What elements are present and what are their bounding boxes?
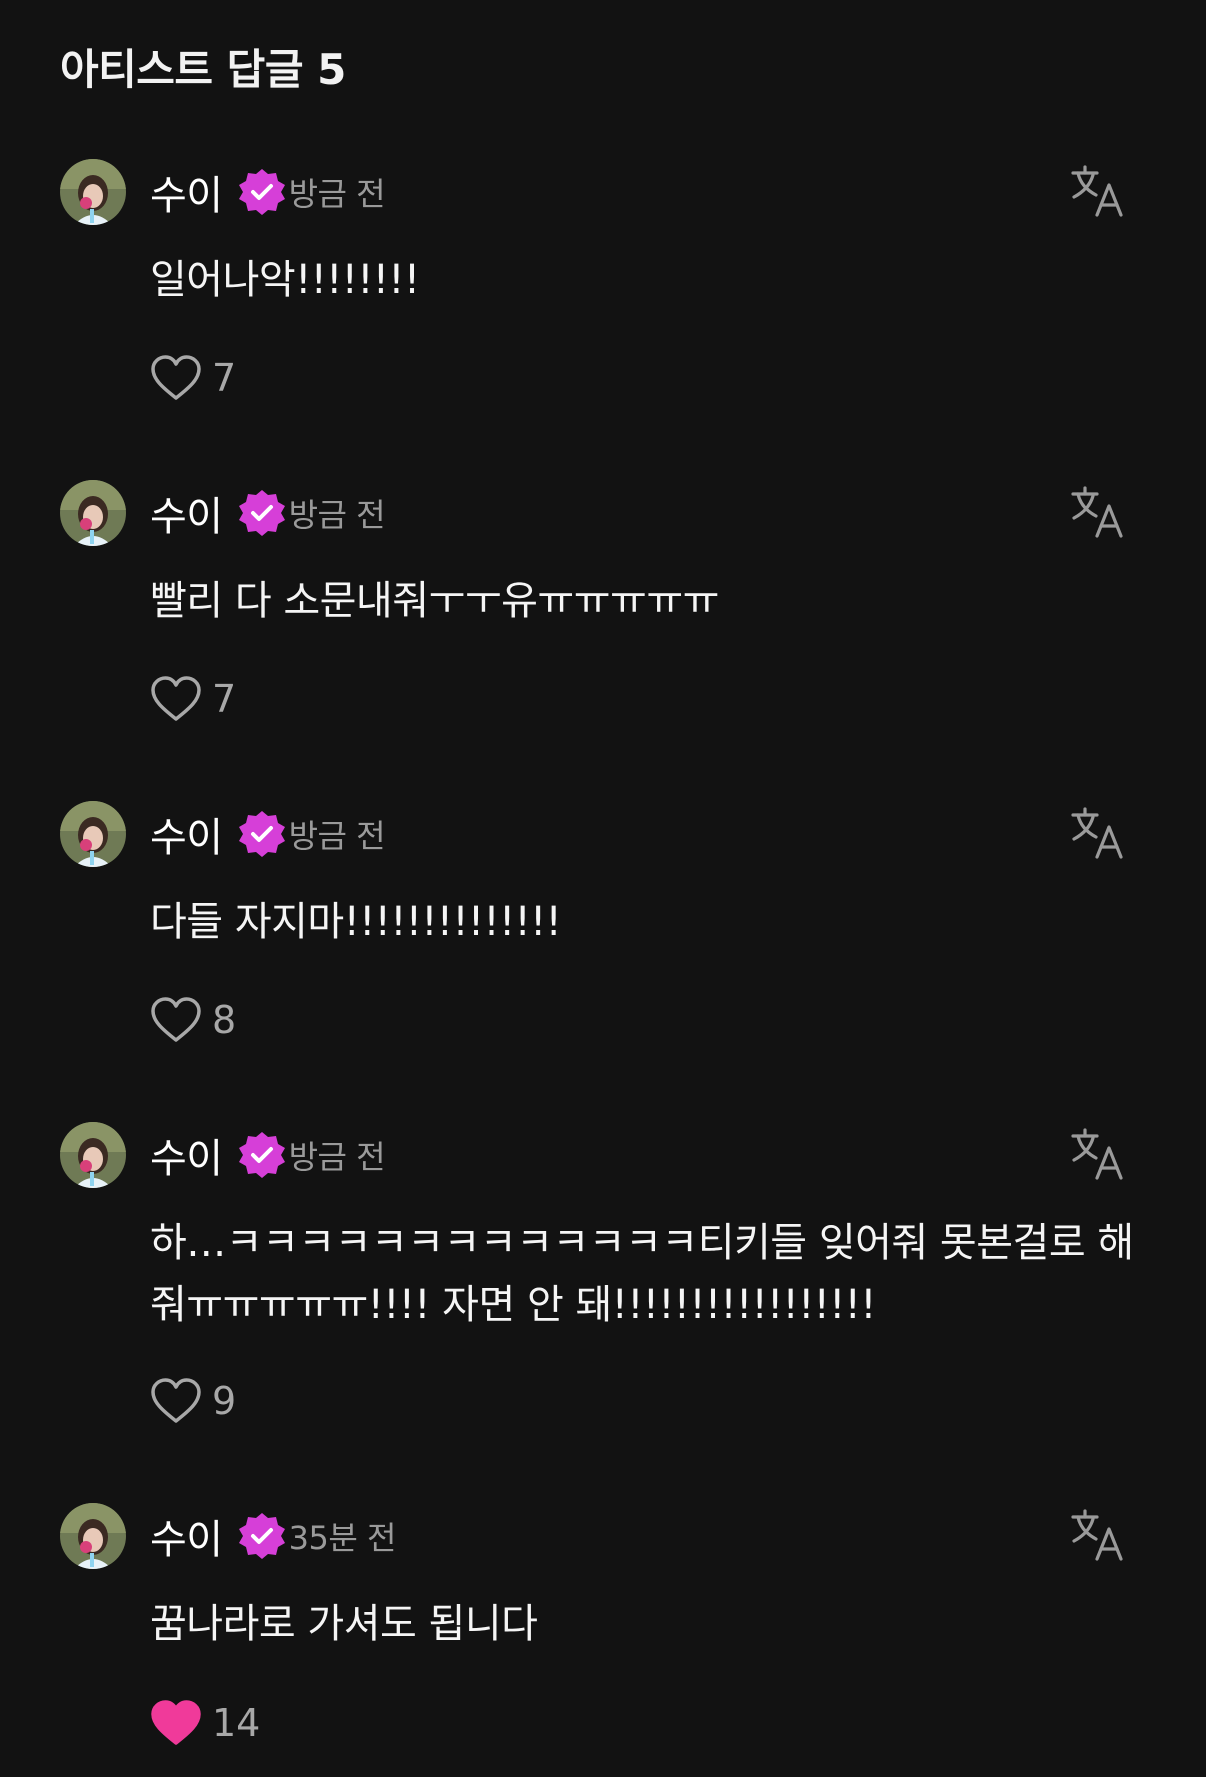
reply-text: 다들 자지마!!!!!!!!!!!!!! <box>150 899 562 945</box>
reply-item: 수이 방금 전 하…ㅋㅋㅋㅋㅋㅋㅋㅋㅋㅋㅋㅋㅋ티키들 잊어줘 못본걸로 해줘ㅠㅠ… <box>0 1122 1206 1462</box>
heart-icon <box>151 1700 201 1745</box>
reply-text: 일어나악!!!!!!!! <box>150 257 420 303</box>
timestamp: 방금 전 <box>288 175 386 213</box>
timestamp: 방금 전 <box>288 496 386 534</box>
translate-icon <box>1071 165 1123 217</box>
like-count: 14 <box>212 1701 261 1745</box>
avatar[interactable] <box>60 1503 126 1569</box>
translate-button[interactable] <box>1070 1126 1126 1182</box>
reply-item: 수이 방금 전 빨리 다 소문내줘ㅜㅜ유ㅠㅠㅠㅠㅠ 7 <box>0 480 1206 760</box>
author-row: 수이 방금 전 <box>150 484 386 542</box>
heart-icon <box>151 1378 201 1423</box>
translate-icon <box>1071 486 1123 538</box>
verified-badge-icon <box>237 488 287 538</box>
translate-button[interactable] <box>1070 1507 1126 1563</box>
like-count: 7 <box>212 356 237 400</box>
author-name[interactable]: 수이 <box>150 163 223 221</box>
verified-badge-icon <box>237 1511 287 1561</box>
verified-badge-icon <box>237 167 287 217</box>
heart-icon <box>151 997 201 1042</box>
translate-button[interactable] <box>1070 484 1126 540</box>
reply-item: 수이 방금 전 다들 자지마!!!!!!!!!!!!!! 8 <box>0 801 1206 1081</box>
like-count: 8 <box>212 998 237 1042</box>
reply-text: 빨리 다 소문내줘ㅜㅜ유ㅠㅠㅠㅠㅠ <box>150 578 719 624</box>
reply-item: 수이 35분 전 꿈나라로 가셔도 됩니다 14 <box>0 1503 1206 1773</box>
author-name[interactable]: 수이 <box>150 484 223 542</box>
like-button[interactable]: 8 <box>150 996 236 1044</box>
translate-button[interactable] <box>1070 805 1126 861</box>
like-count: 7 <box>212 677 237 721</box>
verified-badge-icon <box>237 1130 287 1180</box>
timestamp: 35분 전 <box>288 1519 397 1557</box>
author-name[interactable]: 수이 <box>150 805 223 863</box>
author-name[interactable]: 수이 <box>150 1507 223 1565</box>
like-count: 9 <box>212 1379 237 1423</box>
verified-badge-icon <box>237 809 287 859</box>
avatar[interactable] <box>60 801 126 867</box>
reply-text: 하…ㅋㅋㅋㅋㅋㅋㅋㅋㅋㅋㅋㅋㅋ티키들 잊어줘 못본걸로 해줘ㅠㅠㅠㅠㅠ!!!! … <box>150 1220 1134 1328</box>
avatar[interactable] <box>60 480 126 546</box>
like-button[interactable]: 7 <box>150 354 236 402</box>
author-row: 수이 35분 전 <box>150 1509 396 1563</box>
avatar[interactable] <box>60 1122 126 1188</box>
translate-button[interactable] <box>1070 163 1126 219</box>
timestamp: 방금 전 <box>288 817 386 855</box>
heart-icon <box>151 676 201 721</box>
translate-icon <box>1071 807 1123 859</box>
like-button[interactable]: 7 <box>150 675 236 723</box>
like-button[interactable]: 9 <box>150 1377 236 1425</box>
author-name[interactable]: 수이 <box>150 1126 223 1184</box>
avatar[interactable] <box>60 159 126 225</box>
author-row: 수이 방금 전 <box>150 1126 386 1184</box>
heart-icon <box>151 355 201 400</box>
translate-icon <box>1071 1128 1123 1180</box>
author-row: 수이 방금 전 <box>150 163 386 221</box>
like-button[interactable]: 14 <box>150 1699 260 1747</box>
reply-item: 수이 방금 전 일어나악!!!!!!!! 7 <box>0 159 1206 439</box>
reply-text: 꿈나라로 가셔도 됩니다 <box>150 1601 538 1647</box>
section-title: 아티스트 답글 5 <box>60 45 346 94</box>
translate-icon <box>1071 1509 1123 1561</box>
author-row: 수이 방금 전 <box>150 805 386 863</box>
timestamp: 방금 전 <box>288 1138 386 1176</box>
